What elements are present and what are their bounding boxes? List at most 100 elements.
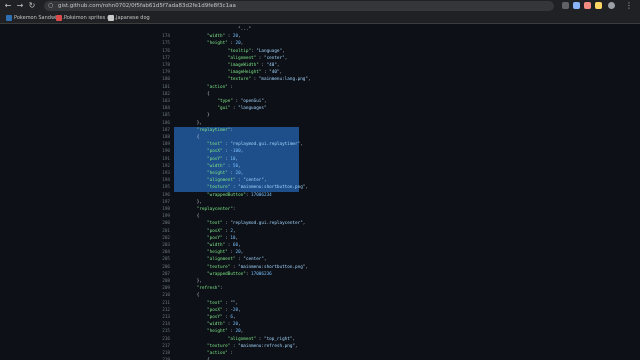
line-number: 199 <box>162 214 170 220</box>
code-line: 206 "texture" : "mainmenu:shortbutton.pn… <box>150 264 490 271</box>
code-line: 191 "posY" : 10, <box>150 156 490 163</box>
code-text: "height" : 20, <box>207 171 244 176</box>
extension-icon[interactable] <box>573 2 580 9</box>
code-line: 196 "wrappedButton": 17006234 <box>150 192 490 199</box>
code-line: 200 "text" : "replaymod.gui.replaycenter… <box>150 220 490 227</box>
code-text: "alignment" : "top_right", <box>227 336 296 342</box>
navigation-bar: ← → ↻ ○ gist.github.com/rohn0702/0f5fab6… <box>0 0 640 12</box>
reload-icon[interactable]: ↻ <box>27 1 37 11</box>
code-text: { <box>176 135 200 140</box>
line-number: 208 <box>162 279 170 284</box>
line-number: 198 <box>162 207 170 212</box>
code-line: 176 "tooltip": "Language", <box>150 48 490 55</box>
line-number: 203 <box>162 243 170 248</box>
line-number: 215 <box>162 329 170 335</box>
code-viewer[interactable]: "..." 174 "width" : 20, 175 "height" : 20,… <box>150 24 490 360</box>
bookmarks-bar: Pokemon Sandwich... Pokémon sprites ar..… <box>0 12 640 24</box>
code-line: 194 "alignment" : "center", <box>150 177 490 184</box>
back-icon[interactable]: ← <box>3 1 13 11</box>
line-number: 209 <box>162 286 170 292</box>
line-number: 181 <box>162 84 170 90</box>
code-line: "..." <box>150 26 490 33</box>
code-text: "texture" : "mainmenu:refresh.png", <box>207 343 298 349</box>
code-text: "action" : <box>207 84 233 90</box>
code-line: 195 "texture" : "mainmenu:shortbutton.pn… <box>150 184 490 191</box>
code-line: 211 "text" : "", <box>150 300 490 307</box>
code-line: 198 "replaycenter": <box>150 206 490 213</box>
code-text: "text" : "", <box>207 300 239 306</box>
kebab-menu-icon[interactable]: ⋮ <box>624 1 634 11</box>
code-text: "texture" : "mainmenu:shortbutton.png", <box>207 264 308 270</box>
address-bar[interactable]: ○ gist.github.com/rohn0702/0f5fab61d5f7a… <box>44 1 554 11</box>
line-number: 204 <box>162 250 170 256</box>
code-line: 202 "posY" : 10, <box>150 235 490 242</box>
code-text: "width" : 60, <box>207 243 241 248</box>
code-text: "posY" : 10, <box>207 156 239 162</box>
code-text: { <box>176 293 200 299</box>
line-number: 179 <box>162 70 170 76</box>
code-text: "alignment" : "center", <box>227 55 288 61</box>
line-number: 189 <box>162 142 170 148</box>
code-text: "wrappedButton": 17006236 <box>207 271 272 277</box>
code-text: }, <box>176 120 202 126</box>
code-text: "refresh": <box>196 286 223 292</box>
code-text: "imageHeight" : "40", <box>227 70 283 76</box>
site-info-icon[interactable]: ○ <box>48 1 53 11</box>
code-line: 212 "posX" : -20, <box>150 307 490 314</box>
line-number: 186 <box>162 120 170 126</box>
line-number: 205 <box>162 257 170 263</box>
code-text: "width" : 50, <box>207 163 241 169</box>
code-line: 177 "alignment" : "center", <box>150 55 490 62</box>
line-number: 218 <box>162 351 170 356</box>
pokeball-icon <box>56 15 62 21</box>
code-line: 218 "action" : <box>150 350 490 357</box>
code-text: "width" : 20, <box>207 322 241 328</box>
line-number: 197 <box>162 199 170 205</box>
code-line: 190 "posX" : -100, <box>150 148 490 155</box>
code-line: 193 "height" : 20, <box>150 170 490 177</box>
line-number: 190 <box>162 149 170 155</box>
code-line: 204 "height" : 20, <box>150 249 490 256</box>
line-number: 180 <box>162 77 170 83</box>
line-number: 178 <box>162 63 170 68</box>
line-number: 202 <box>162 235 170 241</box>
code-text: "text" : "replaymod.gui.replaytimer", <box>207 142 303 148</box>
pokeball-icon <box>6 15 12 21</box>
forward-icon[interactable]: → <box>15 1 25 11</box>
line-number: 187 <box>162 127 170 133</box>
line-number: 206 <box>162 264 170 270</box>
url-text[interactable]: gist.github.com/rohn0702/0f5fab61d5f7ada… <box>58 1 236 11</box>
code-line: 203 "width" : 60, <box>150 242 490 249</box>
extension-icon[interactable] <box>562 2 569 9</box>
code-text: "posY" : 6, <box>207 315 236 320</box>
code-text: "posX" : -20, <box>207 307 241 313</box>
line-number: 211 <box>162 300 170 306</box>
line-number: 196 <box>162 192 170 198</box>
code-text: { <box>176 91 210 97</box>
code-text: "posX" : -100, <box>207 149 244 155</box>
line-number: 177 <box>162 55 170 61</box>
line-number: 175 <box>162 41 170 47</box>
line-number: 176 <box>162 48 170 54</box>
line-number: 192 <box>162 163 170 169</box>
code-text: "alignment" : "center", <box>207 257 267 263</box>
code-line: 215 "height" : 20, <box>150 328 490 335</box>
code-text: "height" : 20, <box>207 329 244 335</box>
line-number: 185 <box>162 113 170 119</box>
code-text: "gui" : "languages" <box>217 106 267 112</box>
bookmark-label: Japanese dog <box>116 15 150 21</box>
code-text: "texture" : "mainmenu:shortbutton.png", <box>207 185 308 191</box>
code-text: "wrappedButton": 17006234 <box>207 192 272 198</box>
code-text: } <box>176 113 210 119</box>
code-line: 207 "wrappedButton": 17006236 <box>150 271 490 278</box>
extension-icon[interactable] <box>595 2 602 9</box>
code-line: 201 "posX" : 2, <box>150 228 490 235</box>
bookmark-item[interactable]: Japanese dog <box>108 13 150 23</box>
code-line: 186 }, <box>150 120 490 127</box>
extension-icon[interactable] <box>584 2 591 9</box>
document-icon <box>108 15 114 21</box>
gist-page: "..." 174 "width" : 20, 175 "height" : 20,… <box>0 24 640 360</box>
code-line: 213 "posY" : 6, <box>150 314 490 321</box>
profile-avatar[interactable] <box>608 2 615 9</box>
code-line: 179 "imageHeight" : "40", <box>150 69 490 76</box>
